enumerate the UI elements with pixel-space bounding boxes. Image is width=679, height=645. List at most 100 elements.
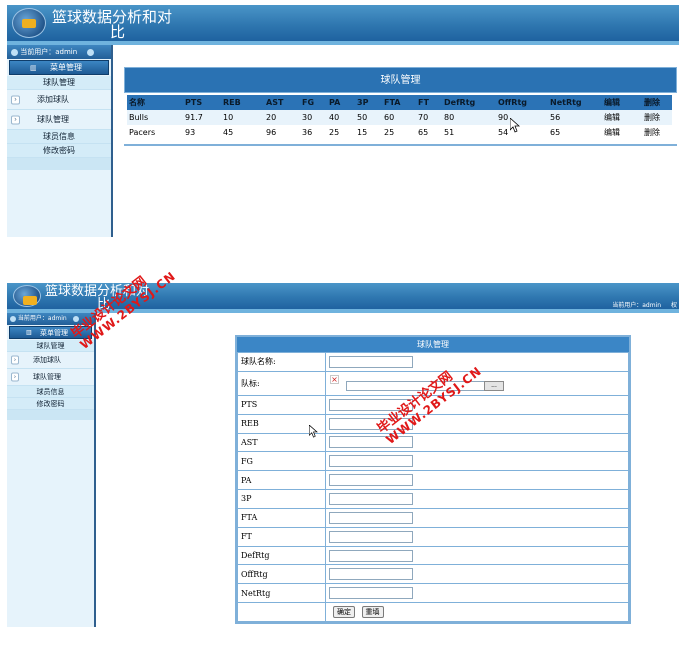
cell-offrtg: 54 <box>496 125 548 140</box>
cell-netrtg: 65 <box>548 125 602 140</box>
col-ast: AST <box>264 95 300 110</box>
cell-offrtg: 90 <box>496 110 548 125</box>
form-row: 确定 重填 <box>237 602 629 622</box>
team-name-input[interactable] <box>329 355 413 368</box>
reset-button[interactable]: 重填 <box>361 606 384 619</box>
submit-button[interactable]: 确定 <box>333 606 355 619</box>
field-label: NetRtg <box>237 583 326 604</box>
cell-pa: 40 <box>327 110 355 125</box>
fta-input[interactable] <box>329 511 413 524</box>
sidebar-item-change-password[interactable]: 修改密码 <box>7 398 94 410</box>
sidebar: 当前用户：admin ▥ 菜单管理 球队管理 › 添加球队 › 球队管理 球员信… <box>7 313 96 627</box>
cell-pts: 91.7 <box>183 110 221 125</box>
current-user-label: 当前用户：admin <box>20 48 78 56</box>
user-icon-right <box>87 48 95 56</box>
col-delete: 删除 <box>642 95 672 110</box>
sidebar-filler <box>7 410 94 420</box>
field-label: PTS <box>237 394 326 415</box>
col-fg: FG <box>300 95 327 110</box>
col-netrtg: NetRtg <box>548 95 602 110</box>
defrtg-input[interactable] <box>329 549 413 562</box>
table-bottom-rule <box>124 144 677 146</box>
edit-link[interactable]: 编辑 <box>602 110 642 125</box>
col-pts: PTS <box>183 95 221 110</box>
team-name: Pacers <box>127 125 183 140</box>
cell-fta: 60 <box>382 110 416 125</box>
expand-icon[interactable]: › <box>11 115 20 124</box>
user-icon <box>10 315 16 322</box>
field-label: 3P <box>237 489 326 509</box>
3p-input[interactable] <box>329 492 413 505</box>
col-reb: REB <box>221 95 264 110</box>
sidebar-item-change-password[interactable]: 修改密码 <box>7 144 111 158</box>
browse-button[interactable]: ... <box>484 380 504 391</box>
user-icon-right <box>72 315 79 322</box>
app-logo <box>12 8 46 38</box>
form-row: 3P <box>237 489 629 509</box>
cell-ast: 96 <box>264 125 300 140</box>
field-label: 球队名称: <box>237 352 326 372</box>
cell-3p: 50 <box>355 110 382 125</box>
cell-netrtg: 56 <box>548 110 602 125</box>
col-edit: 编辑 <box>602 95 642 110</box>
sidebar-item-add-team[interactable]: › 添加球队 <box>7 90 111 110</box>
sidebar: 当前用户：admin ▥ 菜单管理 球队管理 › 添加球队 › 球队管理 球员信… <box>7 45 113 237</box>
col-ft: FT <box>416 95 442 110</box>
broken-image-icon: × <box>330 374 339 384</box>
cell-ft: 70 <box>416 110 442 125</box>
sidebar-item-add-team[interactable]: › 添加球队 <box>7 352 94 369</box>
top-user-info: 当前用户：admin 权 <box>612 302 677 309</box>
menu-icon: ▥ <box>26 328 32 336</box>
pa-input[interactable] <box>329 474 413 487</box>
form-row: DefRtg <box>237 545 629 566</box>
expand-icon[interactable]: › <box>11 95 20 104</box>
cell-defrtg: 80 <box>442 110 496 125</box>
edit-link[interactable]: 编辑 <box>602 125 642 140</box>
cell-fg: 36 <box>300 125 327 140</box>
col-pa: PA <box>327 95 355 110</box>
cell-pts: 93 <box>183 125 221 140</box>
form-title: 球队管理 <box>237 337 629 352</box>
form-row: FT <box>237 526 629 547</box>
col-defrtg: DefRtg <box>442 95 496 110</box>
app-logo <box>13 285 41 307</box>
form-row: REB <box>237 413 629 434</box>
expand-icon[interactable]: › <box>11 372 19 382</box>
cell-3p: 15 <box>355 125 382 140</box>
offrtg-input[interactable] <box>329 568 413 581</box>
sidebar-item-player-info[interactable]: 球员信息 <box>7 130 111 144</box>
ft-input[interactable] <box>329 530 413 543</box>
sidebar-item-team-manage-top[interactable]: 球队管理 <box>7 76 111 90</box>
app-title: 篮球数据分析和对 比 <box>52 8 173 41</box>
col-name: 名称 <box>127 95 183 110</box>
current-user-label: 当前用户：admin <box>17 315 67 322</box>
team-table: 名称 PTS REB AST FG PA 3P FTA FT DefRtg Of… <box>127 95 672 140</box>
delete-link[interactable]: 删除 <box>642 125 672 140</box>
netrtg-input[interactable] <box>329 587 413 600</box>
fg-input[interactable] <box>329 455 413 468</box>
form-row: FG <box>237 451 629 472</box>
menu-icon: ▥ <box>30 63 37 72</box>
sidebar-item-player-info[interactable]: 球员信息 <box>7 386 94 398</box>
field-label: DefRtg <box>237 545 326 566</box>
sidebar-filler <box>7 158 111 170</box>
col-fta: FTA <box>382 95 416 110</box>
form-row: PA <box>237 470 629 491</box>
sidebar-item-team-manage[interactable]: › 球队管理 <box>7 369 94 386</box>
cell-fg: 30 <box>300 110 327 125</box>
col-offrtg: OffRtg <box>496 95 548 110</box>
cell-fta: 25 <box>382 125 416 140</box>
form-row: FTA <box>237 507 629 528</box>
team-name: Bulls <box>127 110 183 125</box>
cell-ast: 20 <box>264 110 300 125</box>
cell-reb: 10 <box>221 110 264 125</box>
current-user-bar: 当前用户：admin <box>7 45 111 59</box>
menu-header[interactable]: ▥ 菜单管理 <box>9 60 109 75</box>
sidebar-item-team-manage[interactable]: › 球队管理 <box>7 110 111 130</box>
cell-ft: 65 <box>416 125 442 140</box>
expand-icon[interactable]: › <box>11 355 19 365</box>
cell-pa: 25 <box>327 125 355 140</box>
form-row: AST <box>237 432 629 453</box>
delete-link[interactable]: 删除 <box>642 110 672 125</box>
table-header-row: 名称 PTS REB AST FG PA 3P FTA FT DefRtg Of… <box>127 95 672 110</box>
